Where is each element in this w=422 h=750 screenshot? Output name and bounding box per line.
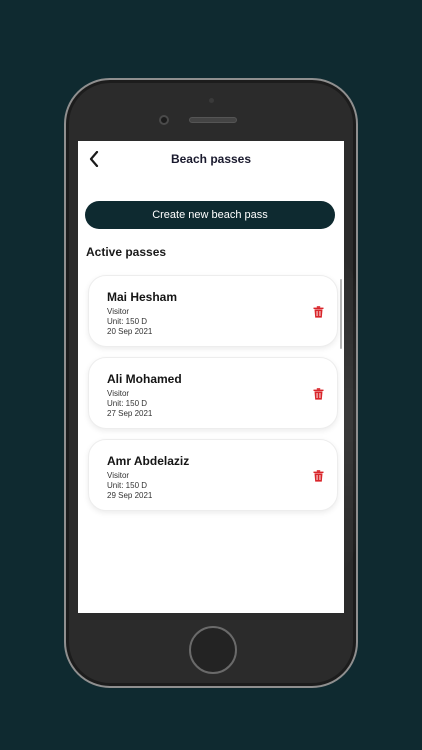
pass-card[interactable]: Mai Hesham Visitor Unit: 150 D 20 Sep 20… (88, 275, 338, 347)
delete-pass-button[interactable] (311, 469, 325, 483)
pass-type: Visitor (107, 389, 130, 398)
pass-type: Visitor (107, 471, 130, 480)
active-passes-heading: Active passes (86, 245, 167, 259)
home-button[interactable] (189, 626, 237, 674)
nav-header: Beach passes (78, 141, 344, 177)
pass-holder-name: Mai Hesham (107, 290, 178, 304)
trash-icon (313, 388, 323, 400)
page-title: Beach passes (170, 152, 252, 166)
trash-icon (313, 306, 323, 318)
front-camera (159, 115, 169, 125)
scrollbar[interactable] (340, 279, 342, 349)
pass-card[interactable]: Ali Mohamed Visitor Unit: 150 D 27 Sep 2… (88, 357, 338, 429)
pass-date: 20 Sep 2021 (107, 327, 153, 336)
pass-holder-name: Amr Abdelaziz (107, 454, 190, 468)
pass-date: 27 Sep 2021 (107, 409, 153, 418)
trash-icon (313, 470, 323, 482)
pass-type: Visitor (107, 307, 130, 316)
delete-pass-button[interactable] (311, 305, 325, 319)
pass-date: 29 Sep 2021 (107, 491, 153, 500)
create-beach-pass-button[interactable]: Create new beach pass (85, 201, 335, 229)
pass-holder-name: Ali Mohamed (107, 372, 182, 386)
proximity-sensor (209, 98, 214, 103)
pass-card[interactable]: Amr Abdelaziz Visitor Unit: 150 D 29 Sep… (88, 439, 338, 511)
delete-pass-button[interactable] (311, 387, 325, 401)
app-screen: Beach passes Create new beach pass Activ… (78, 141, 344, 613)
pass-unit: Unit: 150 D (107, 481, 148, 490)
pass-unit: Unit: 150 D (107, 317, 148, 326)
earpiece-speaker (189, 117, 237, 123)
pass-unit: Unit: 150 D (107, 399, 148, 408)
